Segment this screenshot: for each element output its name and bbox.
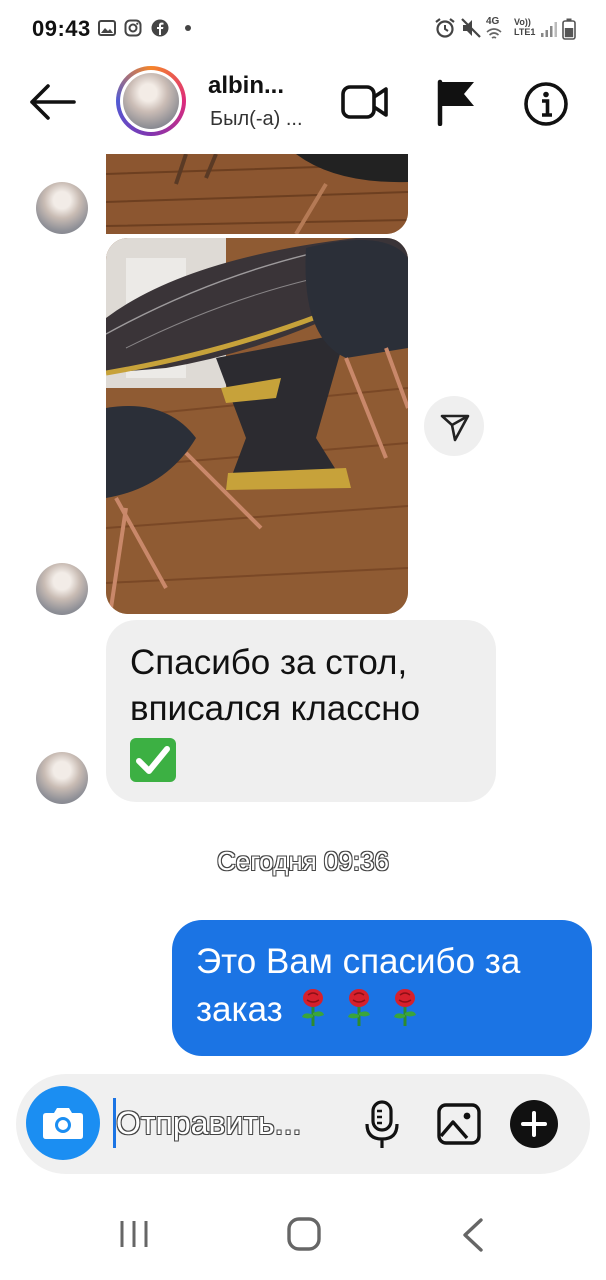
add-button[interactable] <box>510 1100 558 1148</box>
instagram-icon <box>124 19 142 37</box>
dot-icon <box>185 25 191 31</box>
network-type-label: 4G <box>486 16 500 27</box>
rose-emoji-icon <box>302 989 325 1026</box>
check-mark-icon <box>136 746 170 774</box>
volte-label-top: Vo)) <box>514 17 531 27</box>
camera-button[interactable] <box>26 1086 100 1160</box>
avatar-image <box>123 73 179 129</box>
photo-message[interactable] <box>106 238 408 614</box>
incoming-message-bubble[interactable]: Спасибо за стол, вписался классно <box>106 620 496 802</box>
contact-avatar[interactable] <box>116 66 186 136</box>
recent-apps-icon[interactable] <box>118 1218 150 1250</box>
outgoing-message-bubble[interactable]: Это Вам спасибо за заказ <box>172 920 592 1056</box>
back-arrow-icon[interactable] <box>26 82 78 122</box>
gallery-icon <box>98 20 116 36</box>
rose-emoji-icon <box>393 989 416 1026</box>
system-nav-bar <box>0 1196 606 1280</box>
volte-label-bottom: LTE1 <box>514 27 536 37</box>
chat-header: albin... Был(-а) ... <box>0 58 606 150</box>
microphone-icon[interactable] <box>364 1100 400 1150</box>
message-text: Спасибо за стол, вписался классно <box>130 643 421 728</box>
rose-emoji-icon <box>348 989 371 1026</box>
info-icon[interactable] <box>522 80 570 128</box>
nav-back-icon[interactable] <box>460 1218 486 1252</box>
volte-icon: Vo)) LTE1 <box>514 17 535 37</box>
send-paper-plane-icon <box>440 414 470 442</box>
signal-icon <box>541 22 557 37</box>
video-call-icon[interactable] <box>340 80 390 124</box>
status-bar: 09:43 4G Vo)) LTE1 <box>0 0 606 58</box>
alarm-icon <box>435 18 455 38</box>
plus-icon <box>521 1111 547 1137</box>
avatar-border <box>120 70 182 132</box>
photo-message[interactable] <box>106 154 408 234</box>
sender-avatar[interactable] <box>36 563 88 615</box>
photo-content <box>106 154 408 234</box>
report-flag-icon[interactable] <box>434 78 478 126</box>
message-composer <box>16 1074 590 1174</box>
contact-status: Был(-а) ... <box>210 108 303 130</box>
gallery-icon[interactable] <box>436 1102 482 1146</box>
facebook-icon <box>151 19 169 37</box>
sender-avatar[interactable] <box>36 752 88 804</box>
camera-icon <box>43 1108 83 1139</box>
message-text-container: Это Вам спасибо за заказ <box>196 938 576 1034</box>
check-mark-emoji-icon <box>130 738 176 782</box>
mute-icon <box>461 18 481 38</box>
contact-name[interactable]: albin... <box>208 72 284 100</box>
date-separator: Сегодня 09:36 <box>217 846 389 876</box>
status-time: 09:43 <box>32 16 91 41</box>
photo-content <box>106 238 408 614</box>
sender-avatar[interactable] <box>36 182 88 234</box>
wifi-4g-icon <box>486 28 502 39</box>
home-icon[interactable] <box>286 1216 322 1252</box>
message-input[interactable] <box>116 1100 344 1146</box>
battery-icon <box>562 18 576 40</box>
share-button[interactable] <box>424 396 484 456</box>
